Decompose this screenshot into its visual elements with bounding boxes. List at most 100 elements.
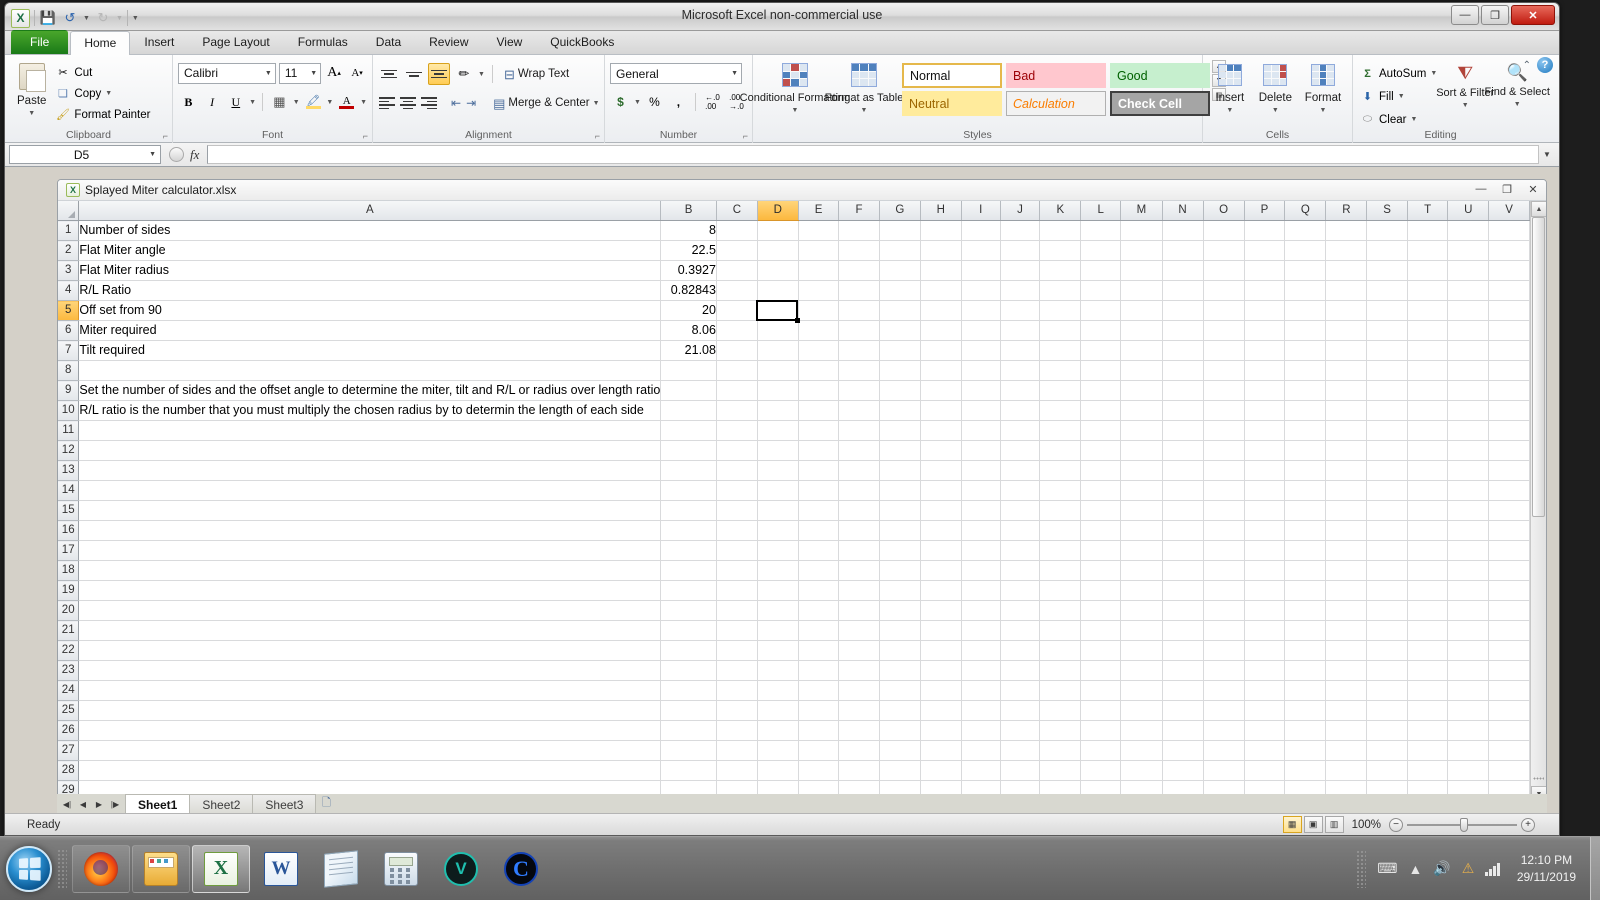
cell-B19[interactable] bbox=[660, 580, 717, 601]
first-sheet-icon[interactable]: ◀| bbox=[59, 796, 75, 812]
cell-O4[interactable] bbox=[1203, 280, 1245, 301]
row-header-19[interactable]: 19 bbox=[58, 580, 80, 601]
cell-J20[interactable] bbox=[1000, 600, 1041, 621]
cell-V9[interactable] bbox=[1488, 380, 1530, 401]
cell-K15[interactable] bbox=[1039, 500, 1082, 521]
cell-L23[interactable] bbox=[1080, 660, 1122, 681]
cell-D27[interactable] bbox=[757, 740, 799, 761]
column-header-t[interactable]: T bbox=[1407, 201, 1449, 221]
cell-P10[interactable] bbox=[1244, 400, 1286, 421]
row-header-23[interactable]: 23 bbox=[58, 660, 80, 681]
name-box-dropdown-icon[interactable]: ▼ bbox=[149, 151, 156, 158]
cell-S8[interactable] bbox=[1366, 360, 1408, 381]
cell-G22[interactable] bbox=[879, 640, 921, 661]
cell-P24[interactable] bbox=[1244, 680, 1286, 701]
align-right-icon[interactable] bbox=[420, 92, 438, 114]
cell-U11[interactable] bbox=[1447, 420, 1490, 441]
cell-I7[interactable] bbox=[961, 340, 1001, 361]
cell-K16[interactable] bbox=[1039, 520, 1082, 541]
cell-A10[interactable]: R/L ratio is the number that you must mu… bbox=[78, 400, 662, 421]
cell-V12[interactable] bbox=[1488, 440, 1530, 461]
row-header-24[interactable]: 24 bbox=[58, 680, 80, 701]
cell-O22[interactable] bbox=[1203, 640, 1245, 661]
cell-K17[interactable] bbox=[1039, 540, 1082, 561]
cell-O17[interactable] bbox=[1203, 540, 1245, 561]
number-dialog-launcher[interactable]: ⌐ bbox=[743, 131, 748, 141]
cell-Q9[interactable] bbox=[1284, 380, 1327, 401]
cell-I5[interactable] bbox=[961, 300, 1001, 321]
cell-B10[interactable] bbox=[660, 400, 717, 421]
cell-O10[interactable] bbox=[1203, 400, 1245, 421]
row-header-1[interactable]: 1 bbox=[58, 220, 80, 241]
cell-P27[interactable] bbox=[1244, 740, 1286, 761]
cell-O21[interactable] bbox=[1203, 620, 1245, 641]
cell-S2[interactable] bbox=[1366, 240, 1408, 261]
cell-M22[interactable] bbox=[1120, 640, 1163, 661]
cell-R4[interactable] bbox=[1325, 280, 1368, 301]
align-center-icon[interactable] bbox=[399, 92, 417, 114]
cell-T23[interactable] bbox=[1407, 660, 1449, 681]
cell-L4[interactable] bbox=[1080, 280, 1122, 301]
cell-F16[interactable] bbox=[838, 520, 880, 541]
cell-U22[interactable] bbox=[1447, 640, 1490, 661]
cell-U8[interactable] bbox=[1447, 360, 1490, 381]
cell-E14[interactable] bbox=[798, 480, 840, 501]
cell-T14[interactable] bbox=[1407, 480, 1449, 501]
tab-data[interactable]: Data bbox=[362, 30, 415, 54]
cell-I13[interactable] bbox=[961, 460, 1001, 481]
cell-D7[interactable] bbox=[757, 340, 799, 361]
sheet-tab-sheet1[interactable]: Sheet1 bbox=[125, 794, 191, 813]
cell-C22[interactable] bbox=[716, 640, 758, 661]
cell-I14[interactable] bbox=[961, 480, 1001, 501]
cell-style-good[interactable]: Good bbox=[1110, 63, 1210, 88]
cell-J3[interactable] bbox=[1000, 260, 1041, 281]
cell-L10[interactable] bbox=[1080, 400, 1122, 421]
cell-Q26[interactable] bbox=[1284, 720, 1327, 741]
cell-S25[interactable] bbox=[1366, 700, 1408, 721]
cell-M6[interactable] bbox=[1120, 320, 1163, 341]
cell-M5[interactable] bbox=[1120, 300, 1163, 321]
row-header-2[interactable]: 2 bbox=[58, 240, 80, 261]
number-format-select[interactable]: General ▼ bbox=[610, 63, 742, 84]
cell-V8[interactable] bbox=[1488, 360, 1530, 381]
cell-F15[interactable] bbox=[838, 500, 880, 521]
cell-O13[interactable] bbox=[1203, 460, 1245, 481]
cell-Q13[interactable] bbox=[1284, 460, 1327, 481]
cell-M4[interactable] bbox=[1120, 280, 1163, 301]
cell-C13[interactable] bbox=[716, 460, 758, 481]
cell-I16[interactable] bbox=[961, 520, 1001, 541]
cell-G15[interactable] bbox=[879, 500, 921, 521]
cell-S28[interactable] bbox=[1366, 760, 1408, 781]
font-color-icon[interactable]: A bbox=[336, 91, 357, 113]
cell-I8[interactable] bbox=[961, 360, 1001, 381]
cell-E13[interactable] bbox=[798, 460, 840, 481]
cell-C28[interactable] bbox=[716, 760, 758, 781]
orientation-dropdown-icon[interactable]: ▼ bbox=[478, 71, 485, 78]
cell-R20[interactable] bbox=[1325, 600, 1368, 621]
cell-F25[interactable] bbox=[838, 700, 880, 721]
taskbar-grip[interactable] bbox=[57, 848, 67, 889]
cell-O15[interactable] bbox=[1203, 500, 1245, 521]
cell-J26[interactable] bbox=[1000, 720, 1041, 741]
cell-D23[interactable] bbox=[757, 660, 799, 681]
tab-file[interactable]: File bbox=[11, 30, 69, 54]
cell-J9[interactable] bbox=[1000, 380, 1041, 401]
cell-D5[interactable] bbox=[757, 300, 799, 321]
cell-S26[interactable] bbox=[1366, 720, 1408, 741]
cell-G1[interactable] bbox=[879, 220, 921, 241]
cell-Q21[interactable] bbox=[1284, 620, 1327, 641]
cell-K4[interactable] bbox=[1039, 280, 1082, 301]
cell-L11[interactable] bbox=[1080, 420, 1122, 441]
cell-M28[interactable] bbox=[1120, 760, 1163, 781]
zoom-handle[interactable] bbox=[1460, 817, 1468, 832]
cell-B1[interactable]: 8 bbox=[660, 220, 717, 241]
cell-U25[interactable] bbox=[1447, 700, 1490, 721]
cell-V20[interactable] bbox=[1488, 600, 1530, 621]
tray-grip[interactable] bbox=[1356, 849, 1367, 888]
row-header-11[interactable]: 11 bbox=[58, 420, 80, 441]
increase-decimal-icon[interactable]: ←.0.00 bbox=[702, 91, 723, 113]
cell-P15[interactable] bbox=[1244, 500, 1286, 521]
row-header-8[interactable]: 8 bbox=[58, 360, 80, 381]
row-header-26[interactable]: 26 bbox=[58, 720, 80, 741]
cell-O2[interactable] bbox=[1203, 240, 1245, 261]
